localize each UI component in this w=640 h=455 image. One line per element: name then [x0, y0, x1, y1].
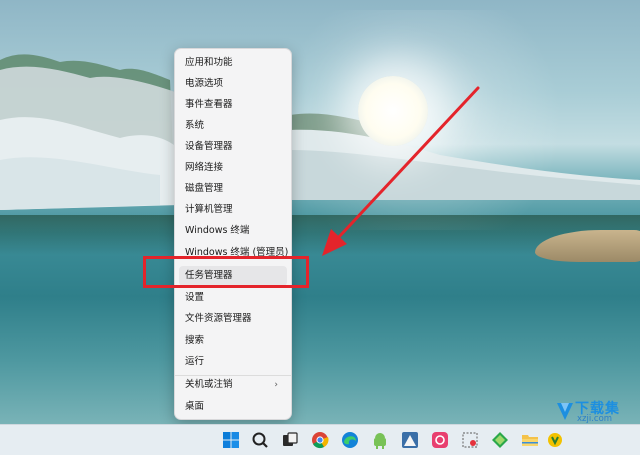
store-icon[interactable]: [491, 431, 509, 449]
search-icon[interactable]: [251, 431, 269, 449]
chrome-icon[interactable]: [311, 431, 329, 449]
snipping-tool-icon[interactable]: [461, 431, 479, 449]
android-icon[interactable]: [371, 431, 389, 449]
pink-app-icon[interactable]: [431, 431, 449, 449]
task-view-icon[interactable]: [281, 431, 299, 449]
taskbar: [0, 424, 640, 455]
watermark: 下载集 xzji.com: [555, 398, 635, 426]
xz-app-icon[interactable]: [401, 431, 419, 449]
windows-start-icon[interactable]: [222, 431, 240, 449]
edge-icon[interactable]: [341, 431, 359, 449]
yellow-app-icon[interactable]: [546, 431, 564, 449]
annotation-arrow: [322, 86, 480, 256]
watermark-logo-icon: [557, 403, 573, 420]
file-explorer-icon[interactable]: [521, 431, 539, 449]
watermark-url: xzji.com: [577, 414, 613, 424]
